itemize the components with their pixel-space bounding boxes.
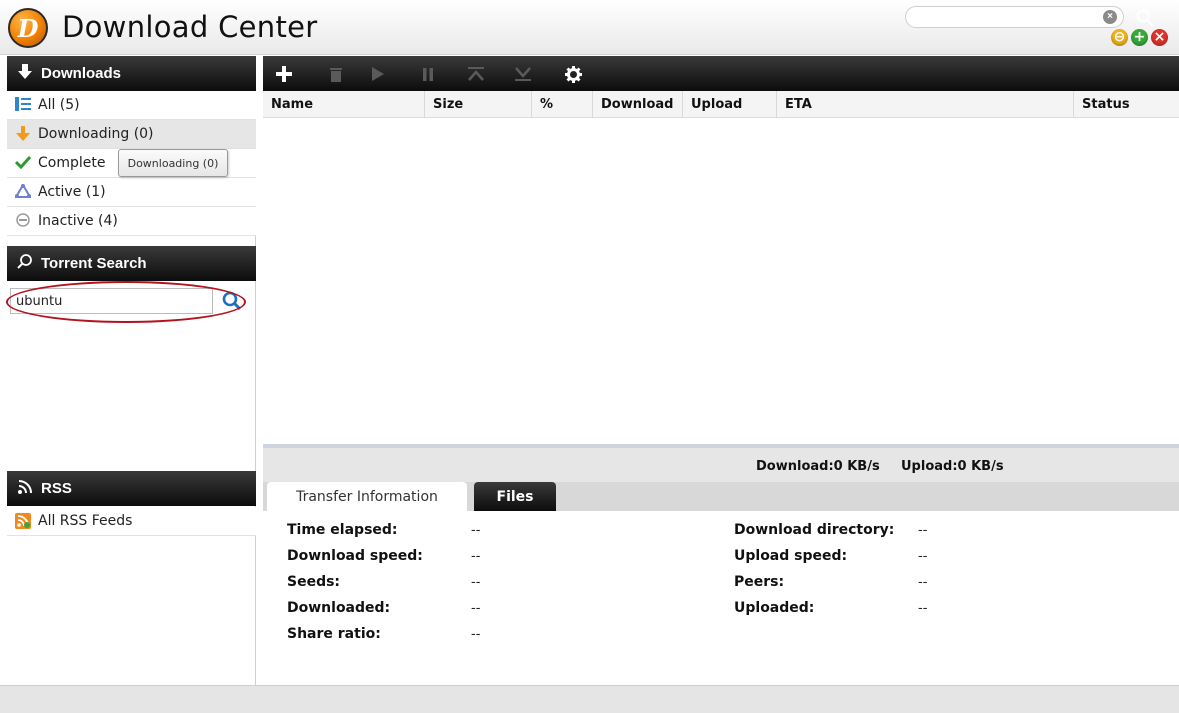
close-button[interactable]: × <box>1151 29 1168 46</box>
info-value: -- <box>918 549 928 564</box>
sidebar-item-all[interactable]: All (5) <box>7 91 256 120</box>
column-label: Size <box>433 97 464 112</box>
downloads-header-label: Downloads <box>41 65 122 82</box>
sidebar-item-active[interactable]: Active (1) <box>7 178 256 207</box>
checkmark-icon <box>14 155 32 171</box>
app-title: Download Center <box>62 10 318 44</box>
settings-icon[interactable] <box>560 61 586 87</box>
info-value: -- <box>918 575 928 590</box>
column-label: % <box>540 97 554 112</box>
toolbar-search-icon[interactable] <box>1135 8 1155 28</box>
info-value: -- <box>471 601 481 616</box>
column-label: Upload <box>691 97 743 112</box>
column-name[interactable]: Name <box>263 91 425 118</box>
sidebar-item-downloading[interactable]: Downloading (0) <box>7 120 256 149</box>
column-download[interactable]: Download <box>593 91 683 118</box>
move-up-icon[interactable] <box>463 61 489 87</box>
info-label: Seeds: <box>287 574 341 590</box>
pause-icon[interactable] <box>415 61 441 87</box>
column-size[interactable]: Size <box>425 91 532 118</box>
torrent-search-header: Torrent Search <box>7 246 256 281</box>
inactive-icon <box>14 213 32 229</box>
rss-header-label: RSS <box>41 480 72 497</box>
info-value: -- <box>471 523 481 538</box>
info-label: Share ratio: <box>287 626 381 642</box>
info-value: -- <box>471 549 481 564</box>
downloads-header: Downloads <box>7 56 256 91</box>
sidebar-item-all-rss-feeds[interactable]: All RSS Feeds <box>7 507 256 536</box>
toolbar <box>263 56 1179 91</box>
info-label: Upload speed: <box>734 548 848 564</box>
tab-transfer-information[interactable]: Transfer Information <box>267 482 467 511</box>
column-label: Download <box>601 97 674 112</box>
info-value: -- <box>471 627 481 642</box>
download-arrow-icon <box>14 126 32 142</box>
info-label: Uploaded: <box>734 600 815 616</box>
list-header: Name Size % Download Upload ETA Status <box>263 91 1179 118</box>
info-label: Download speed: <box>287 548 423 564</box>
rss-header: RSS <box>7 471 256 506</box>
info-label: Download directory: <box>734 522 895 538</box>
column-label: Name <box>271 97 314 112</box>
app-logo: D <box>8 8 48 48</box>
sidebar-item-label: All (5) <box>38 97 80 113</box>
search-go-icon[interactable] <box>221 290 243 312</box>
info-value: -- <box>918 601 928 616</box>
column-status[interactable]: Status <box>1074 91 1179 118</box>
sidebar-item-inactive[interactable]: Inactive (4) <box>7 207 256 236</box>
tab-files[interactable]: Files <box>474 482 556 511</box>
stats-bar: Download:0 KB/s Upload:0 KB/s <box>263 444 1179 482</box>
list-icon <box>14 97 32 113</box>
column-percent[interactable]: % <box>532 91 593 118</box>
tooltip: Downloading (0) <box>118 149 228 177</box>
start-icon[interactable] <box>365 61 391 87</box>
sidebar-item-label: Active (1) <box>38 184 106 200</box>
upload-speed-total: Upload:0 KB/s <box>901 459 1004 474</box>
info-label: Time elapsed: <box>287 522 398 538</box>
details-tabs: Transfer Information Files <box>263 482 1179 511</box>
sidebar-item-label: Inactive (4) <box>38 213 118 229</box>
toolbar-search: × <box>905 6 1124 28</box>
active-icon <box>14 183 32 200</box>
column-label: Status <box>1082 97 1130 112</box>
minimize-button[interactable]: ⊖ <box>1111 29 1128 46</box>
delete-icon[interactable] <box>323 61 349 87</box>
download-list[interactable] <box>263 118 1179 444</box>
status-footer <box>0 685 1179 713</box>
clear-search-icon[interactable]: × <box>1103 10 1117 24</box>
toolbar-search-input[interactable] <box>916 9 1086 26</box>
torrent-search-header-label: Torrent Search <box>41 255 147 272</box>
rss-feed-icon <box>14 513 32 529</box>
rss-icon <box>15 479 35 498</box>
transfer-info-panel: Time elapsed: -- Download speed: -- Seed… <box>263 511 1179 685</box>
column-label: ETA <box>785 97 812 112</box>
torrent-search-input[interactable] <box>10 288 213 314</box>
sidebar-item-label: Complete <box>38 155 106 171</box>
move-down-icon[interactable] <box>510 61 536 87</box>
search-icon <box>15 253 35 274</box>
info-value: -- <box>471 575 481 590</box>
sidebar-item-label: All RSS Feeds <box>38 513 133 529</box>
info-label: Downloaded: <box>287 600 391 616</box>
column-eta[interactable]: ETA <box>777 91 1074 118</box>
download-arrow-icon <box>15 64 35 83</box>
maximize-button[interactable]: + <box>1131 29 1148 46</box>
sidebar-item-label: Downloading (0) <box>38 126 154 142</box>
info-value: -- <box>918 523 928 538</box>
info-label: Peers: <box>734 574 785 590</box>
download-speed-total: Download:0 KB/s <box>756 459 880 474</box>
add-icon[interactable] <box>271 61 297 87</box>
column-upload[interactable]: Upload <box>683 91 777 118</box>
